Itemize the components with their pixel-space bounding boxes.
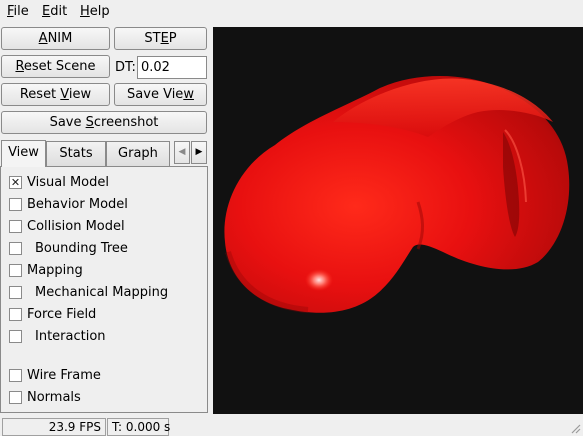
option-mechanical-mapping[interactable]: Mechanical Mapping	[9, 283, 168, 301]
3d-viewport[interactable]	[213, 27, 583, 414]
mapping-checkbox[interactable]	[9, 263, 22, 277]
tab-scroll-left-button[interactable]: ◀	[174, 141, 190, 164]
option-normals[interactable]: Normals	[9, 388, 81, 406]
behavior-model-checkbox[interactable]	[9, 197, 22, 211]
check-icon: ✕	[10, 175, 21, 189]
option-wire-frame[interactable]: Wire Frame	[9, 366, 101, 384]
fps-readout: 23.9 FPS	[2, 418, 106, 436]
chevron-right-icon: ▶	[195, 147, 203, 157]
resize-grip-icon[interactable]	[569, 422, 581, 434]
dt-input[interactable]	[137, 56, 207, 79]
option-mapping[interactable]: Mapping	[9, 261, 83, 279]
dt-label: DT:	[115, 60, 136, 75]
tab-graph[interactable]: Graph	[106, 141, 170, 166]
menu-edit[interactable]: Edit	[42, 4, 67, 19]
mechanical-mapping-checkbox[interactable]	[9, 285, 22, 299]
view-options-panel: ✕ Visual Model Behavior Model Collision …	[0, 166, 208, 413]
option-behavior-model[interactable]: Behavior Model	[9, 195, 128, 213]
step-button[interactable]: STEP	[114, 27, 207, 50]
option-visual-model[interactable]: ✕ Visual Model	[9, 173, 109, 191]
menu-help[interactable]: Help	[80, 4, 110, 19]
wire-frame-checkbox[interactable]	[9, 368, 22, 382]
option-bounding-tree[interactable]: Bounding Tree	[9, 239, 128, 257]
time-readout: T: 0.000 s	[107, 418, 170, 436]
tab-view[interactable]: View	[1, 140, 46, 167]
status-bar: 23.9 FPS T: 0.000 s	[0, 416, 583, 436]
visual-model-checkbox[interactable]: ✕	[9, 175, 22, 189]
red-3d-model	[224, 75, 570, 313]
menu-file[interactable]: File	[7, 4, 29, 19]
menu-bar: File Edit Help	[0, 0, 583, 24]
force-field-checkbox[interactable]	[9, 307, 22, 321]
tab-scroll-right-button[interactable]: ▶	[191, 141, 207, 164]
interaction-checkbox[interactable]	[9, 329, 22, 343]
option-interaction[interactable]: Interaction	[9, 327, 106, 345]
save-view-button[interactable]: Save View	[114, 83, 207, 106]
save-screenshot-button[interactable]: Save Screenshot	[1, 111, 207, 134]
option-force-field[interactable]: Force Field	[9, 305, 96, 323]
tab-stats[interactable]: Stats	[46, 141, 106, 166]
bounding-tree-checkbox[interactable]	[9, 241, 22, 255]
normals-checkbox[interactable]	[9, 390, 22, 404]
option-collision-model[interactable]: Collision Model	[9, 217, 125, 235]
reset-view-button[interactable]: Reset View	[1, 83, 110, 106]
chevron-left-icon: ◀	[178, 147, 186, 157]
anim-button[interactable]: ANIM	[1, 27, 110, 50]
reset-scene-button[interactable]: Reset Scene	[1, 55, 110, 78]
collision-model-checkbox[interactable]	[9, 219, 22, 233]
